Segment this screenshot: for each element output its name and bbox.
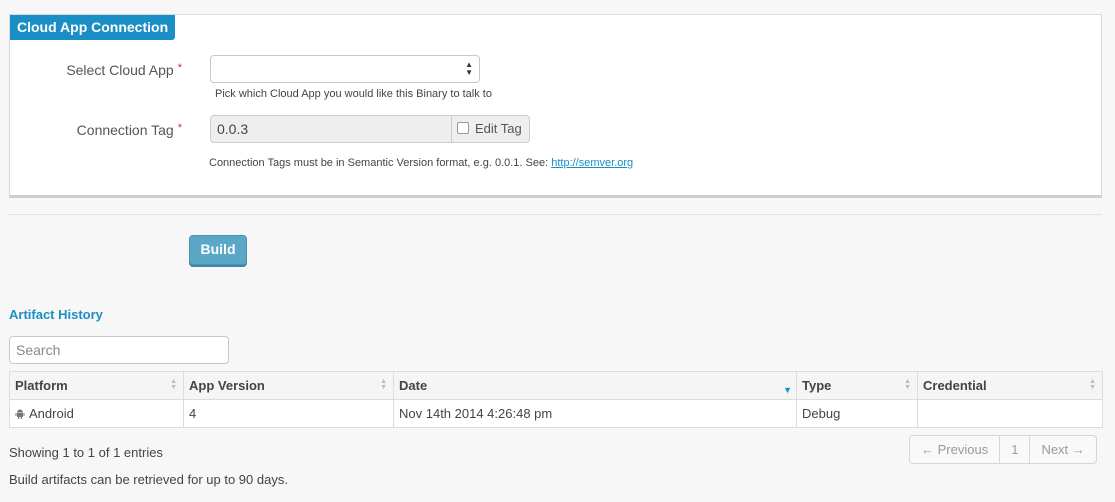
platform-text: Android [29, 406, 74, 421]
cloud-app-connection-panel: Cloud App Connection Select Cloud App * ▲… [9, 14, 1102, 198]
table-header-row: Platform ▲ ▼ App Version ▲ ▼ Date ▼ Type ▲ ▼ Cr… [9, 371, 1103, 400]
edit-tag-label: Edit Tag [475, 121, 522, 136]
panel-title: Cloud App Connection [10, 15, 176, 40]
search-input[interactable]: Search [9, 336, 229, 364]
required-mark: * [177, 122, 182, 134]
column-header-platform[interactable]: Platform ▲ ▼ [9, 371, 184, 400]
cloud-app-help-text: Pick which Cloud App you would like this… [215, 88, 492, 100]
column-label: App Version [189, 378, 265, 393]
artifact-history-title: Artifact History [9, 307, 103, 322]
cloud-app-select[interactable]: ▲ ▼ [210, 55, 480, 83]
build-button[interactable]: Build [189, 235, 247, 265]
android-icon [15, 409, 25, 419]
sort-icon: ▲ ▼ [904, 378, 911, 391]
type-cell: Debug [796, 399, 918, 428]
column-label: Platform [15, 378, 68, 393]
semver-link[interactable]: http://semver.org [551, 157, 633, 169]
connection-tag-label: Connection Tag * [10, 122, 182, 138]
select-cloud-app-label-text: Select Cloud App [66, 62, 174, 78]
edit-tag-toggle[interactable]: Edit Tag [451, 115, 530, 143]
connection-tag-help-text: Connection Tags must be in Semantic Vers… [209, 157, 552, 169]
previous-button[interactable]: ← Previous [910, 436, 999, 463]
column-label: Date [399, 378, 428, 393]
artifact-history-table: Platform ▲ ▼ App Version ▲ ▼ Date ▼ Type ▲ ▼ Cr… [9, 371, 1103, 428]
pagination: ← Previous 1 Next → [909, 435, 1097, 464]
required-mark: * [177, 62, 182, 74]
retention-note: Build artifacts can be retrieved for up … [9, 472, 288, 487]
sort-icon: ▲ ▼ [380, 378, 387, 391]
sort-icon: ▲ ▼ [170, 378, 177, 391]
column-header-credential[interactable]: Credential ▲ ▼ [917, 371, 1103, 400]
column-label: Type [802, 378, 832, 393]
connection-tag-help: Connection Tags must be in Semantic Vers… [209, 157, 633, 169]
select-cloud-app-label: Select Cloud App * [10, 62, 182, 78]
column-label: Credential [923, 378, 987, 393]
app-version-cell: 4 [183, 399, 394, 428]
date-cell: Nov 14th 2014 4:26:48 pm [393, 399, 797, 428]
column-header-type[interactable]: Type ▲ ▼ [796, 371, 918, 400]
connection-tag-label-text: Connection Tag [76, 122, 174, 138]
credential-cell [917, 399, 1103, 428]
platform-cell: Android [9, 399, 184, 428]
next-button[interactable]: Next → [1029, 436, 1095, 463]
sort-icon: ▲ ▼ [1089, 378, 1096, 391]
select-arrows-icon: ▲ ▼ [465, 60, 473, 77]
edit-tag-checkbox[interactable] [457, 122, 469, 134]
sort-desc-icon: ▼ [783, 385, 792, 395]
table-info: Showing 1 to 1 of 1 entries [9, 445, 163, 460]
section-divider [9, 214, 1102, 215]
column-header-date[interactable]: Date ▼ [393, 371, 797, 400]
table-row[interactable]: Android 4 Nov 14th 2014 4:26:48 pm Debug [9, 399, 1103, 428]
page-1-button[interactable]: 1 [999, 436, 1029, 463]
connection-tag-input[interactable]: 0.0.3 [210, 115, 452, 143]
column-header-app-version[interactable]: App Version ▲ ▼ [183, 371, 394, 400]
